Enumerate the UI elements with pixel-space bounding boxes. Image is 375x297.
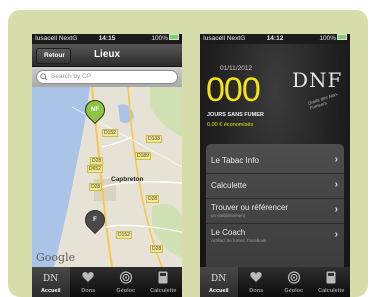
google-attribution: Google [36, 251, 76, 264]
tab-geoloc[interactable]: Géoloc [275, 267, 313, 297]
days-counter: 000 [206, 71, 261, 109]
road-label: D133 [146, 135, 162, 143]
dnf-logo: DNF Droits des Non-Fumeurs [292, 68, 343, 111]
battery-indicator: 100% [151, 34, 179, 44]
search-bar: Search by CP [32, 67, 182, 87]
back-button[interactable]: Retour [36, 48, 71, 64]
tab-calculette[interactable]: Calculette [313, 267, 351, 297]
battery-percent: 100% [151, 35, 168, 42]
road-label: D189 [135, 152, 151, 160]
chevron-right-icon: › [334, 229, 338, 240]
tab-label: Dons [249, 288, 264, 294]
chevron-right-icon: › [334, 179, 338, 190]
navigation-bar: Lieux Retour [32, 44, 182, 67]
menu-item-trouver[interactable]: Trouver ou référencer un établissement › [206, 199, 344, 224]
search-input[interactable]: Search by CP [36, 70, 178, 84]
battery-icon [169, 34, 179, 41]
target-icon [119, 271, 132, 284]
tab-label: Calculette [318, 288, 345, 294]
menu-item-coach[interactable]: Le Coach Arrêtez de fumer, Facebook › [206, 224, 344, 248]
road-label: D652 [87, 165, 103, 173]
tab-geoloc[interactable]: Géoloc [107, 267, 145, 297]
dnf-logo-icon: DNF [211, 274, 227, 283]
svg-text:DNF: DNF [211, 274, 227, 283]
menu-item-calculette[interactable]: Calculette › [206, 174, 344, 199]
tab-dons[interactable]: Dons [70, 267, 108, 297]
logo-text: DNF [292, 68, 343, 92]
home-background: 01/11/2012 000 JOURS SANS FUMER 0.00 € é… [200, 44, 350, 271]
menu-item-tabac-info[interactable]: Le Tabac Info › [206, 149, 344, 174]
battery-percent: 100% [319, 35, 336, 42]
road-label: D28 [90, 157, 104, 165]
tab-accueil[interactable]: DNF Accueil [200, 267, 238, 297]
road-label: D152 [102, 129, 118, 137]
map-pin-label: NF [91, 107, 99, 113]
road-label: D28 [146, 195, 160, 203]
tab-dons[interactable]: Dons [238, 267, 276, 297]
svg-text:DNF: DNF [43, 274, 59, 283]
road-label: D28 [150, 245, 164, 253]
calculator-icon [326, 271, 336, 284]
heart-icon [250, 272, 262, 282]
menu-item-label: Trouver ou référencer [211, 203, 289, 212]
menu-item-label: Calculette [211, 181, 247, 190]
calculator-icon [158, 271, 168, 284]
menu-item-subtitle: Arrêtez de fumer, Facebook [211, 238, 267, 243]
menu-item-label: Le Coach [211, 228, 246, 237]
main-menu: Le Tabac Info › Calculette › Trouver ou … [206, 144, 344, 271]
tab-label: Géoloc [284, 288, 304, 294]
road-label: D28 [89, 183, 103, 191]
tab-label: Dons [81, 288, 96, 294]
search-icon [40, 73, 48, 81]
heart-icon [82, 272, 94, 282]
battery-icon [337, 34, 347, 41]
tab-calculette[interactable]: Calculette [145, 267, 183, 297]
chevron-right-icon: › [334, 154, 338, 165]
tab-bar: DNF Accueil Dons Géoloc Calculette [200, 267, 350, 297]
map-canvas [32, 87, 182, 267]
tab-label: Accueil [208, 288, 229, 294]
tab-label: Calculette [150, 288, 177, 294]
chevron-right-icon: › [334, 204, 338, 215]
map-pin-label: F [93, 217, 97, 223]
road-label: D152 [116, 231, 132, 239]
tab-label: Accueil [40, 288, 61, 294]
map-view[interactable]: D152 D28 D652 D133 D189 D28 D28 D152 D28… [32, 87, 182, 267]
left-phone-screen: Iusacell NextG 14:15 100% Lieux Retour S… [32, 34, 182, 297]
right-phone-screen: Iusacell NextG 14:12 100% 01/11/2012 000… [200, 34, 350, 297]
tab-accueil[interactable]: DNF Accueil [32, 267, 70, 297]
money-saved: 0.00 € économisés [207, 122, 254, 128]
map-town-label: Capbreton [111, 176, 144, 183]
battery-indicator: 100% [319, 34, 347, 44]
status-bar: Iusacell NextG 14:15 100% [32, 34, 182, 44]
status-bar: Iusacell NextG 14:12 100% [200, 34, 350, 44]
dnf-logo-icon: DNF [43, 274, 59, 283]
menu-item-subtitle: un établissement [211, 213, 246, 218]
menu-item-label: Le Tabac Info [211, 156, 259, 165]
days-label: JOURS SANS FUMER [207, 112, 264, 118]
target-icon [287, 271, 300, 284]
tab-label: Géoloc [116, 288, 136, 294]
tab-bar: DNF Accueil Dons Géoloc Calculette [32, 267, 182, 297]
